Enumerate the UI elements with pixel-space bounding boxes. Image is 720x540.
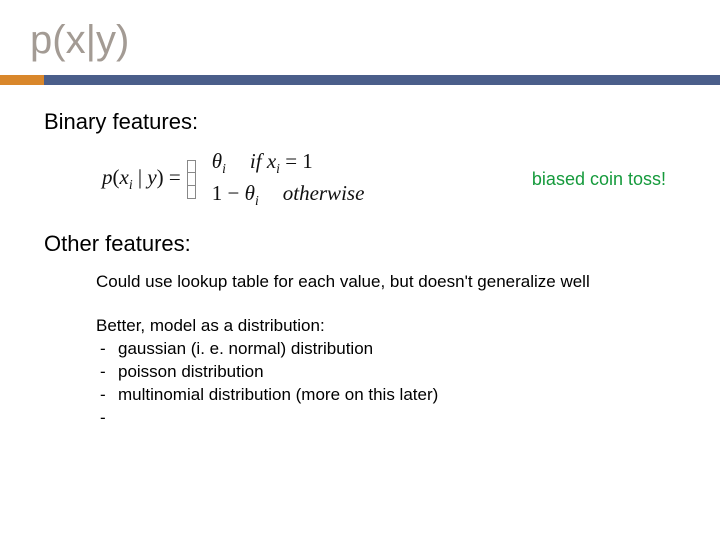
distribution-block: Better, model as a distribution: gaussia… — [44, 315, 676, 430]
other-paragraph-2: Better, model as a distribution: — [96, 315, 676, 336]
formula-x: x — [120, 165, 129, 189]
if-word: if — [250, 149, 267, 173]
section-other-header: Other features: — [44, 231, 676, 257]
eq1: = — [280, 149, 302, 173]
formula-y: y — [147, 165, 156, 189]
other-paragraph-1: Could use lookup table for each value, b… — [96, 271, 676, 292]
case2-cond: otherwise — [283, 181, 365, 206]
case1-cond: if xi = 1 — [250, 149, 313, 177]
formula-expression: p(xi | y) = θi if xi = 1 1 − θi — [102, 149, 364, 209]
formula-cases: θi if xi = 1 1 − θi otherwise — [212, 149, 365, 209]
paren-open: ( — [113, 165, 120, 189]
theta1: θ — [212, 149, 222, 173]
list-item: multinomial distribution (more on this l… — [96, 384, 676, 407]
paren-close: ) — [157, 165, 164, 189]
xi: x — [267, 149, 276, 173]
formula-row: p(xi | y) = θi if xi = 1 1 − θi — [102, 149, 676, 209]
section-other: Other features: Could use lookup table f… — [44, 231, 676, 429]
case1-value: θi — [212, 149, 226, 177]
formula-lhs: p(xi | y) = — [102, 165, 181, 193]
accent-blue-bar — [44, 75, 720, 85]
list-item — [96, 407, 676, 430]
theta1-sub: i — [222, 161, 226, 176]
case-1: θi if xi = 1 — [212, 149, 365, 177]
list-item: gaussian (i. e. normal) distribution — [96, 338, 676, 361]
distribution-list: gaussian (i. e. normal) distribution poi… — [96, 338, 676, 430]
case2-value: 1 − θi — [212, 181, 259, 209]
case-2: 1 − θi otherwise — [212, 181, 365, 209]
formula-p: p — [102, 165, 113, 189]
one-minus: 1 − — [212, 181, 245, 205]
slide-title: p(x|y) — [0, 0, 720, 75]
section-binary-header: Binary features: — [44, 109, 676, 135]
theta2-sub: i — [255, 193, 259, 208]
title-underline — [0, 75, 720, 85]
one: 1 — [302, 149, 313, 173]
theta2: θ — [245, 181, 255, 205]
callout-biased-coin: biased coin toss! — [532, 169, 676, 190]
formula-bar: | — [133, 165, 148, 189]
brace-icon — [187, 160, 196, 198]
list-item: poisson distribution — [96, 361, 676, 384]
accent-orange-block — [0, 75, 44, 85]
slide-content: Binary features: p(xi | y) = θi if xi = … — [0, 85, 720, 430]
formula-eq: = — [164, 165, 181, 189]
